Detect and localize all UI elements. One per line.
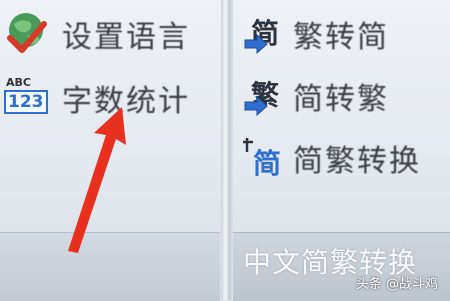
chinese-conversion-group: 简 繁转简 繁 简转繁 简 简繁转换 中文简繁转换 [233, 0, 450, 301]
chinese-conversion-button[interactable]: 简 简繁转换 [243, 136, 421, 180]
chinese-conversion-icon: 简 [243, 136, 283, 180]
traditional-to-simplified-label: 繁转简 [293, 20, 389, 55]
annotation-arrow [68, 107, 126, 253]
set-language-label: 设置语言 [62, 20, 190, 55]
language-settings-icon [4, 10, 52, 58]
chinese-conversion-label: 简繁转换 [293, 144, 421, 179]
watermark: 头条 @战斗鸡 [355, 277, 438, 292]
simplified-to-traditional-button[interactable]: 繁 简转繁 [243, 74, 389, 118]
simplified-to-traditional-icon: 繁 [243, 74, 283, 118]
traditional-to-simplified-icon: 简 [243, 12, 283, 56]
word-count-icon-abc: ABC [6, 76, 31, 89]
word-count-icon: ABC 123 [4, 76, 52, 120]
traditional-to-simplified-button[interactable]: 简 繁转简 [243, 12, 389, 56]
simplified-to-traditional-label: 简转繁 [293, 82, 389, 117]
group-divider [221, 0, 233, 300]
set-language-button[interactable]: 设置语言 [4, 10, 190, 58]
ribbon-panel: 设置语言 ABC 123 字数统计 简 繁转简 繁 简转繁 简 简繁转换 中文简… [0, 0, 450, 301]
word-count-icon-123: 123 [4, 90, 48, 114]
